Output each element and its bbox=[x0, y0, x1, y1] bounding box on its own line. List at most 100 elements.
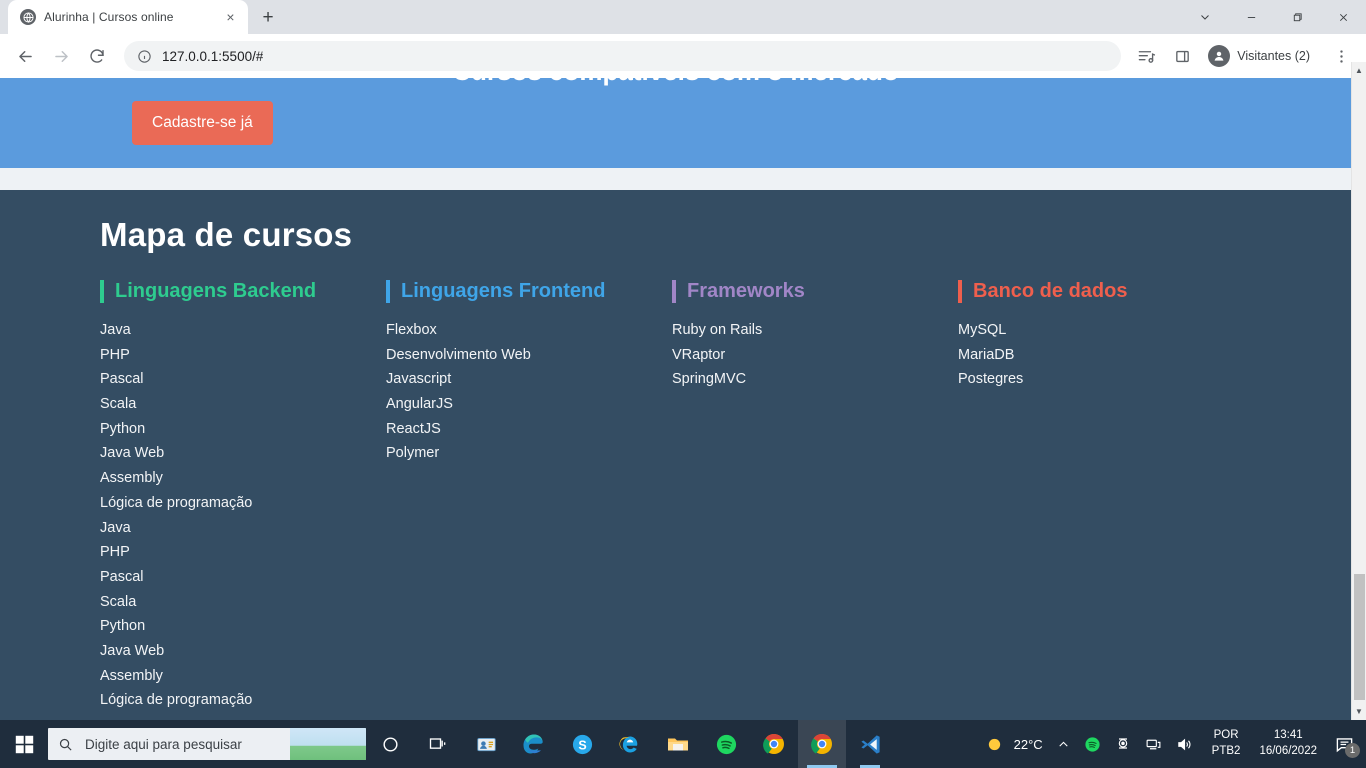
list-item[interactable]: Lógica de programação bbox=[100, 693, 386, 718]
webcam-icon[interactable] bbox=[1108, 720, 1138, 768]
weather-temperature[interactable]: 22°C bbox=[1010, 720, 1050, 768]
scroll-down-icon[interactable]: ▼ bbox=[1352, 703, 1366, 720]
info-circle-icon[interactable] bbox=[136, 48, 152, 64]
section-gap bbox=[0, 168, 1351, 190]
lang-line-1: POR bbox=[1213, 729, 1239, 742]
notification-badge: 1 bbox=[1345, 743, 1360, 758]
list-item[interactable]: Scala bbox=[100, 594, 386, 620]
notification-icon[interactable]: 1 bbox=[1327, 720, 1366, 768]
vs-code-icon[interactable] bbox=[846, 720, 894, 768]
course-list-frontend: Flexbox Desenvolvimento Web Javascript A… bbox=[386, 323, 672, 471]
list-item[interactable]: PHP bbox=[100, 545, 386, 570]
page-viewport: Cursos compatíveis com o mercado Cadastr… bbox=[0, 78, 1366, 720]
tab-strip: Alurinha | Cursos online × + bbox=[0, 0, 1366, 34]
course-column-frontend: Linguagens Frontend Flexbox Desenvolvime… bbox=[386, 280, 672, 718]
list-item[interactable]: PHP bbox=[100, 348, 386, 373]
system-tray: 22°C POR PTB2 13:41 16/06/2022 1 bbox=[979, 720, 1366, 768]
volume-icon[interactable] bbox=[1169, 720, 1200, 768]
course-column-database: Banco de dados MySQL MariaDB Postegres bbox=[958, 280, 1244, 718]
hero-heading: Cursos compatíveis com o mercado bbox=[0, 78, 1351, 87]
close-window-button[interactable] bbox=[1320, 0, 1366, 34]
course-map-section: Mapa de cursos Linguagens Backend Java P… bbox=[0, 190, 1351, 720]
list-item[interactable]: Assembly bbox=[100, 471, 386, 496]
lang-line-2: PTB2 bbox=[1211, 745, 1241, 757]
list-item[interactable]: Java Web bbox=[100, 446, 386, 471]
taskbar-search-input[interactable]: Digite aqui para pesquisar bbox=[48, 728, 366, 760]
course-column-backend: Linguagens Backend Java PHP Pascal Scala… bbox=[100, 280, 386, 718]
new-tab-button[interactable]: + bbox=[254, 3, 282, 31]
scrollbar-thumb[interactable] bbox=[1354, 574, 1365, 700]
list-item[interactable]: Javascript bbox=[386, 372, 672, 397]
column-heading-frameworks: Frameworks bbox=[672, 280, 805, 303]
list-item[interactable]: MySQL bbox=[958, 323, 1244, 348]
list-item[interactable]: Pascal bbox=[100, 372, 386, 397]
list-item[interactable]: VRaptor bbox=[672, 348, 958, 373]
profile-name: Visitantes (2) bbox=[1237, 49, 1310, 63]
column-heading-backend: Linguagens Backend bbox=[100, 280, 316, 303]
cortana-icon[interactable] bbox=[366, 720, 414, 768]
list-item[interactable]: SpringMVC bbox=[672, 372, 958, 397]
reload-button[interactable] bbox=[80, 39, 114, 73]
list-item[interactable]: Java bbox=[100, 323, 386, 348]
course-list-database: MySQL MariaDB Postegres bbox=[958, 323, 1244, 397]
microsoft-edge-icon[interactable] bbox=[510, 720, 558, 768]
signup-button[interactable]: Cadastre-se já bbox=[132, 101, 273, 145]
sun-icon[interactable] bbox=[979, 720, 1010, 768]
internet-explorer-icon[interactable] bbox=[606, 720, 654, 768]
back-button[interactable] bbox=[8, 39, 42, 73]
people-contacts-icon[interactable] bbox=[462, 720, 510, 768]
maximize-button[interactable] bbox=[1274, 0, 1320, 34]
url-text: 127.0.0.1:5500/# bbox=[162, 48, 264, 64]
browser-tab[interactable]: Alurinha | Cursos online × bbox=[8, 0, 248, 34]
hero-banner: Cursos compatíveis com o mercado Cadastr… bbox=[0, 78, 1351, 168]
network-icon[interactable] bbox=[1138, 720, 1169, 768]
media-list-icon[interactable] bbox=[1129, 39, 1163, 73]
chevron-up-icon[interactable] bbox=[1050, 720, 1077, 768]
list-item[interactable]: Assembly bbox=[100, 668, 386, 694]
list-item[interactable]: Ruby on Rails bbox=[672, 323, 958, 348]
list-item[interactable]: Java Web bbox=[100, 644, 386, 669]
list-item[interactable]: Flexbox bbox=[386, 323, 672, 348]
google-chrome-active-icon[interactable] bbox=[798, 720, 846, 768]
search-decoration-image bbox=[290, 728, 366, 760]
file-explorer-icon[interactable] bbox=[654, 720, 702, 768]
course-columns: Linguagens Backend Java PHP Pascal Scala… bbox=[100, 280, 1351, 718]
list-item[interactable]: Lógica de programação bbox=[100, 496, 386, 521]
course-column-frameworks: Frameworks Ruby on Rails VRaptor SpringM… bbox=[672, 280, 958, 718]
forward-button bbox=[44, 39, 78, 73]
column-heading-database: Banco de dados bbox=[958, 280, 1127, 303]
list-item[interactable]: Python bbox=[100, 619, 386, 644]
profile-button[interactable]: Visitantes (2) bbox=[1203, 41, 1322, 71]
scroll-up-icon[interactable]: ▲ bbox=[1352, 62, 1366, 79]
spotify-tray-icon[interactable] bbox=[1077, 720, 1108, 768]
address-bar[interactable]: 127.0.0.1:5500/# bbox=[124, 41, 1122, 71]
svg-text:S: S bbox=[578, 738, 586, 752]
course-list-frameworks: Ruby on Rails VRaptor SpringMVC bbox=[672, 323, 958, 397]
chevron-down-icon[interactable] bbox=[1182, 0, 1228, 34]
list-item[interactable]: Desenvolvimento Web bbox=[386, 348, 672, 373]
side-panel-icon[interactable] bbox=[1165, 39, 1199, 73]
window-controls bbox=[1182, 0, 1366, 34]
close-icon[interactable]: × bbox=[222, 9, 239, 26]
windows-start-icon[interactable] bbox=[0, 720, 48, 768]
spotify-icon[interactable] bbox=[702, 720, 750, 768]
page-scrollbar[interactable]: ▲ ▼ bbox=[1351, 62, 1366, 720]
list-item[interactable]: AngularJS bbox=[386, 397, 672, 422]
list-item[interactable]: Pascal bbox=[100, 570, 386, 595]
list-item[interactable]: MariaDB bbox=[958, 348, 1244, 373]
task-view-icon[interactable] bbox=[414, 720, 462, 768]
minimize-button[interactable] bbox=[1228, 0, 1274, 34]
list-item[interactable]: Polymer bbox=[386, 446, 672, 471]
browser-toolbar: 127.0.0.1:5500/# Visitantes (2) bbox=[0, 34, 1366, 78]
clock[interactable]: 13:41 16/06/2022 bbox=[1249, 728, 1327, 759]
google-chrome-icon[interactable] bbox=[750, 720, 798, 768]
keyboard-language-indicator[interactable]: POR PTB2 bbox=[1200, 728, 1250, 759]
search-icon bbox=[58, 737, 73, 752]
list-item[interactable]: ReactJS bbox=[386, 422, 672, 447]
list-item[interactable]: Java bbox=[100, 520, 386, 546]
list-item[interactable]: Postegres bbox=[958, 372, 1244, 397]
list-item[interactable]: Python bbox=[100, 422, 386, 447]
list-item[interactable]: Scala bbox=[100, 397, 386, 422]
course-list-backend: Java PHP Pascal Scala Python Java Web As… bbox=[100, 323, 386, 718]
skype-icon[interactable]: S bbox=[558, 720, 606, 768]
